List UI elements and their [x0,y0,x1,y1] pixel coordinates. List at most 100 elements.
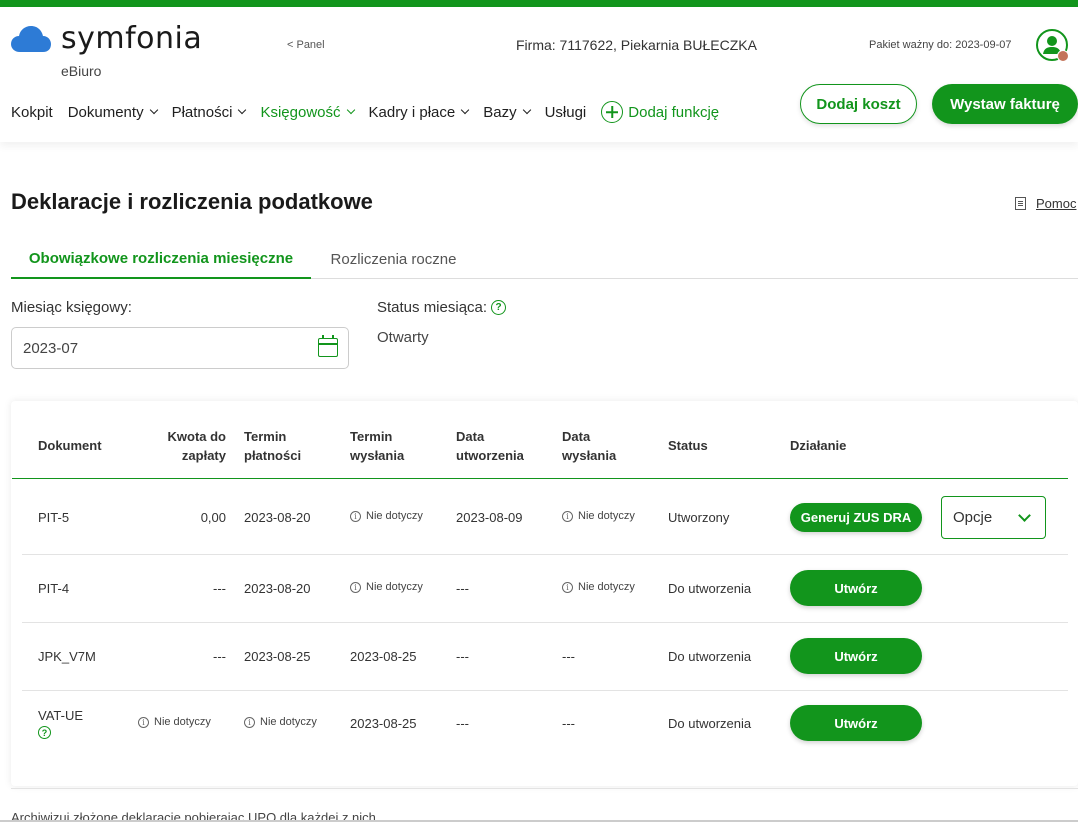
th-status: Status [668,438,708,453]
tab-monthly[interactable]: Obowiązkowe rozliczenia miesięczne [11,240,311,279]
notification-dot [1057,50,1069,62]
symfonia-logo[interactable]: symfonia [11,21,202,57]
not-applicable-label: Nie dotyczy [366,581,423,593]
row-jpk-status: Do utworzenia [668,649,752,664]
row-jpk-data-utworzenia: --- [456,649,469,664]
th-termin-wyslania-2: wysłania [350,448,405,463]
nav-platnosci-label: Płatności [171,103,233,121]
info-icon: i [244,716,255,728]
th-kwota-1: Kwota do [167,429,227,444]
create-pit4-button[interactable]: Utwórz [790,570,922,606]
month-input[interactable]: 2023-07 [11,327,349,369]
info-icon: i [562,581,573,593]
panel-link[interactable]: < Panel [287,39,325,51]
create-jpk-button[interactable]: Utwórz [790,638,922,674]
th-dzialanie: Działanie [790,438,847,453]
info-icon: i [350,510,361,522]
calendar-icon[interactable] [318,335,338,357]
add-function-label: Dodaj funkcję [628,103,720,121]
nav-kokpit[interactable]: Kokpit [11,104,53,121]
row-pit5-kwota: 0,00 [200,510,226,525]
nav-uslugi-label: Usługi [544,103,587,121]
th-data-wyslania-2: wysłania [562,448,617,463]
row-vatue-termin-wyslania: 2023-08-25 [350,716,417,731]
footer-divider [11,788,1078,789]
th-data-utworzenia-2: utworzenia [456,448,524,463]
month-status-value: Otwarty [377,329,429,346]
th-termin-wyslania-1: Termin [350,429,393,444]
row-jpk-termin-platnosci: 2023-08-25 [244,649,311,664]
row-vatue-data-utworzenia: --- [456,716,469,731]
row-jpk-kwota: --- [213,649,226,664]
nav-kadry-label: Kadry i płace [368,103,456,121]
chevron-down-icon [522,105,531,115]
chevron-down-icon [460,105,470,115]
row-pit4-termin-wyslania: i Nie dotyczy [350,581,423,593]
th-termin-platnosci-2: płatności [244,448,302,463]
not-applicable-label: Nie dotyczy [366,510,423,522]
help-circle-icon[interactable]: ? [38,726,51,739]
row-pit4-status: Do utworzenia [668,581,752,596]
brand-subtitle: eBiuro [61,63,102,79]
nav-ksiegowosc-label: Księgowość [260,103,341,121]
nav-uslugi[interactable]: Usługi [545,104,587,121]
generate-zus-dra-button[interactable]: Generuj ZUS DRA [790,503,922,532]
company-info: Firma: 7117622, Piekarnia BUŁECZKA [516,37,757,53]
chevron-down-icon [346,105,355,115]
main-nav: Kokpit Dokumenty Płatności Księgowość Ka… [11,101,719,123]
help-link[interactable]: Pomoc [1015,196,1076,211]
row-jpk-doc: JPK_V7M [38,649,96,664]
not-applicable-label: Nie dotyczy [260,716,317,728]
plus-circle-icon [601,101,624,123]
th-termin-platnosci-1: Termin [244,429,287,444]
row-divider [22,554,1068,555]
tab-annual[interactable]: Rozliczenia roczne [321,240,466,279]
brand-name: symfonia [61,21,203,56]
nav-dokumenty[interactable]: Dokumenty [68,104,158,121]
th-dokument: Dokument [38,438,102,453]
nav-platnosci[interactable]: Płatności [171,103,247,121]
nav-ksiegowosc[interactable]: Księgowość [260,103,355,121]
top-accent-bar [0,0,1078,7]
nav-bazy-label: Bazy [483,103,517,121]
chevron-down-icon [238,105,247,115]
row-pit4-doc: PIT-4 [38,581,70,596]
row-pit4-data-utworzenia: --- [456,581,469,596]
info-icon: i [350,581,361,593]
create-vatue-button[interactable]: Utwórz [790,705,922,741]
page-title: Deklaracje i rozliczenia podatkowe [11,189,373,214]
row-jpk-data-wyslania: --- [562,649,575,664]
add-function-link[interactable]: Dodaj funkcję [601,101,719,123]
row-pit4-data-wyslania: i Nie dotyczy [562,581,635,593]
help-circle-icon[interactable]: ? [491,300,507,315]
month-value: 2023-07 [23,339,79,357]
row-pit5-termin-wyslania: i Nie dotyczy [350,510,423,522]
row-divider [22,690,1068,691]
table-header-divider [12,478,1068,479]
row-pit5-termin-platnosci: 2023-08-20 [244,510,311,525]
row-vatue-data-wyslania: --- [562,716,575,731]
row-pit4-kwota: --- [213,581,226,596]
row-divider [22,622,1068,623]
row-jpk-termin-wyslania: 2023-08-25 [350,649,417,664]
help-label: Pomoc [1036,196,1077,211]
row-pit5-data-utworzenia: 2023-08-09 [456,510,523,525]
add-cost-button[interactable]: Dodaj koszt [800,84,917,124]
not-applicable-label: Nie dotyczy [578,581,635,593]
cloud-icon [11,26,51,52]
user-avatar[interactable] [1036,29,1069,62]
th-data-utworzenia-1: Data [456,429,485,444]
nav-kadry[interactable]: Kadry i płace [368,103,470,121]
month-status-label-text: Status miesiąca: [377,299,488,316]
nav-bazy[interactable]: Bazy [483,103,531,121]
options-dropdown[interactable]: Opcje [941,496,1046,539]
month-status-label: Status miesiąca: ? [377,299,507,316]
issue-invoice-button[interactable]: Wystaw fakturę [932,84,1078,124]
row-pit5-status: Utworzony [668,510,730,525]
not-applicable-label: Nie dotyczy [578,510,635,522]
nav-kokpit-label: Kokpit [11,103,53,121]
th-kwota-2: zapłaty [181,448,226,463]
row-pit4-termin-platnosci: 2023-08-20 [244,581,311,596]
info-icon: i [138,716,149,728]
chevron-down-icon [1018,509,1031,522]
